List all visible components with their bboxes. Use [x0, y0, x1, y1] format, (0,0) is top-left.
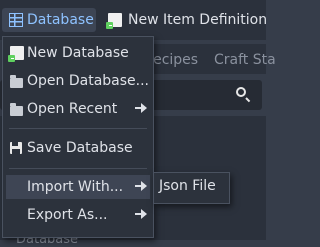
menu-item-new-database[interactable]: New Database — [3, 41, 153, 65]
menu-item-label: New Database — [27, 45, 129, 61]
database-menu-label: Database — [27, 12, 94, 28]
search-icon[interactable] — [236, 87, 246, 97]
background-tab-bar: Recipes Craft Sta — [144, 44, 276, 74]
menu-item-label: Open Recent — [27, 101, 118, 117]
menu-item-import-with[interactable]: Import With... — [6, 175, 150, 199]
new-item-icon — [106, 13, 122, 29]
menu-item-label: Open Database... — [27, 73, 149, 89]
menu-separator — [9, 128, 147, 129]
database-dropdown-menu: New Database Open Database... Open Recen… — [2, 36, 154, 238]
menu-separator — [9, 168, 147, 169]
submenu-arrow-icon — [135, 181, 147, 191]
menu-item-label: Export As... — [27, 207, 108, 223]
new-item-definition-button[interactable]: New Item Definition — [106, 8, 268, 32]
database-menu-button[interactable]: Database — [2, 8, 96, 32]
menu-item-export-as[interactable]: Export As... — [3, 203, 153, 227]
folder-open-icon — [10, 75, 23, 88]
submenu-arrow-icon — [135, 103, 147, 113]
menu-item-save-database[interactable]: Save Database — [3, 136, 153, 160]
menu-item-open-database[interactable]: Open Database... — [3, 69, 153, 93]
tab-craft-stations[interactable]: Craft Sta — [214, 52, 276, 68]
submenu-item-json-file[interactable]: Json File — [159, 178, 216, 194]
submenu-arrow-icon — [135, 209, 147, 219]
folder-open-icon — [10, 103, 23, 116]
menu-item-label: Import With... — [27, 179, 124, 195]
database-grid-icon — [9, 13, 23, 27]
top-toolbar: Database New Item Definition — [0, 0, 268, 40]
import-submenu: Json File — [153, 172, 230, 204]
new-database-icon — [8, 46, 24, 62]
save-icon — [10, 142, 22, 154]
menu-item-label: Save Database — [27, 140, 133, 156]
new-item-definition-label: New Item Definition — [128, 12, 268, 28]
menu-item-open-recent[interactable]: Open Recent — [3, 97, 153, 121]
